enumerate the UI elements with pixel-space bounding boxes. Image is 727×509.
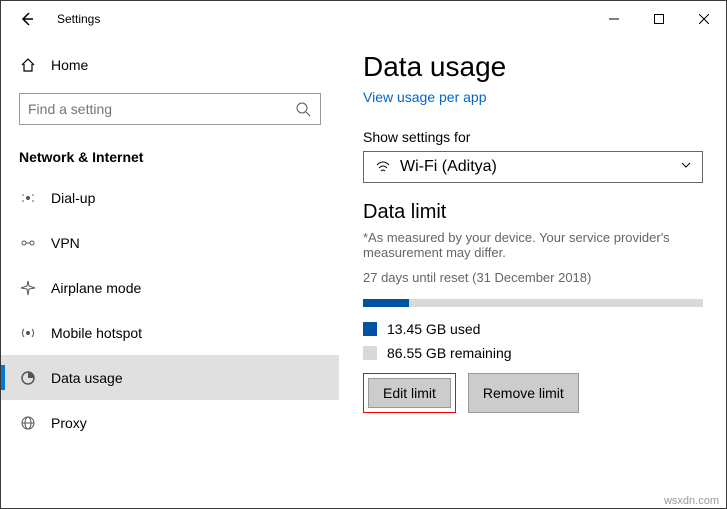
sidebar-item-vpn[interactable]: VPN [1,220,339,265]
view-usage-link[interactable]: View usage per app [363,89,487,105]
watermark: wsxdn.com [664,495,719,507]
close-button[interactable] [681,3,726,35]
home-icon [19,56,37,74]
sidebar-item-label: VPN [51,235,80,251]
wifi-icon [374,158,392,176]
dialup-icon [19,189,37,207]
maximize-button[interactable] [636,3,681,35]
data-limit-header: Data limit [363,201,702,224]
legend-box-used [363,322,377,336]
legend-box-remaining [363,346,377,360]
content-panel: Data usage View usage per app Show setti… [339,37,726,508]
airplane-icon [19,279,37,297]
vpn-icon [19,234,37,252]
highlight-annotation: Edit limit [363,373,456,413]
sidebar-item-dialup[interactable]: Dial-up [1,175,339,220]
legend-remaining: 86.55 GB remaining [363,345,702,361]
sidebar-item-label: Airplane mode [51,280,141,296]
chevron-down-icon [680,158,692,176]
progress-fill [363,299,409,307]
reset-info: 27 days until reset (31 December 2018) [363,270,702,285]
edit-limit-button[interactable]: Edit limit [368,378,451,408]
sidebar-item-proxy[interactable]: Proxy [1,400,339,445]
progress-bar [363,299,703,307]
datausage-icon [19,369,37,387]
sidebar-item-label: Mobile hotspot [51,325,142,341]
page-title: Data usage [363,51,702,83]
remove-limit-button[interactable]: Remove limit [468,373,579,413]
search-icon [294,100,312,118]
sidebar-item-datausage[interactable]: Data usage [1,355,339,400]
sidebar-item-label: Proxy [51,415,87,431]
sidebar-item-hotspot[interactable]: Mobile hotspot [1,310,339,355]
sidebar-item-airplane[interactable]: Airplane mode [1,265,339,310]
dropdown-value: Wi-Fi (Aditya) [400,158,497,176]
hotspot-icon [19,324,37,342]
network-dropdown[interactable]: Wi-Fi (Aditya) [363,151,703,183]
back-button[interactable] [9,1,45,37]
used-text: 13.45 GB used [387,321,480,337]
window-title: Settings [57,12,100,26]
sidebar-item-label: Data usage [51,370,123,386]
search-input[interactable] [28,101,294,117]
home-nav-item[interactable]: Home [1,45,339,85]
search-box[interactable] [19,93,321,125]
remaining-text: 86.55 GB remaining [387,345,512,361]
legend-used: 13.45 GB used [363,321,702,337]
sidebar: Home Network & Internet Dial-up VPN [1,37,339,508]
section-title: Network & Internet [1,133,339,175]
measurement-note: *As measured by your device. Your servic… [363,230,702,260]
proxy-icon [19,414,37,432]
show-settings-label: Show settings for [363,129,702,145]
sidebar-item-label: Dial-up [51,190,95,206]
home-label: Home [51,57,88,73]
minimize-button[interactable] [591,3,636,35]
